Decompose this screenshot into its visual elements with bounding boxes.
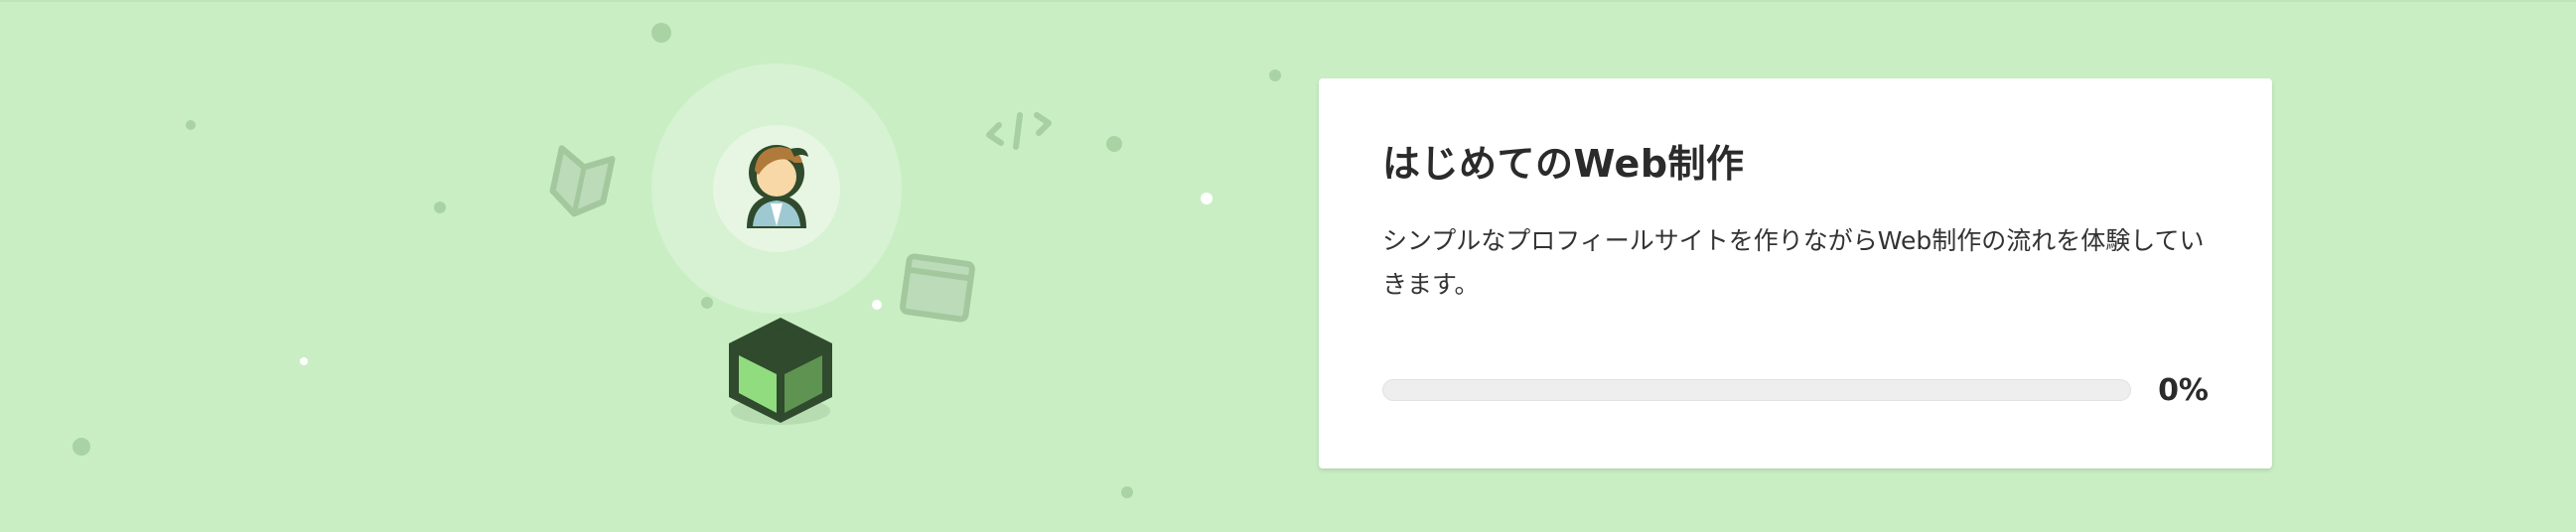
browser-window-icon bbox=[900, 253, 975, 323]
code-tag-icon bbox=[986, 112, 1052, 150]
course-card[interactable]: はじめてのWeb制作 シンプルなプロフィールサイトを作りながらWeb制作の流れを… bbox=[1319, 78, 2272, 468]
course-banner: はじめてのWeb制作 シンプルなプロフィールサイトを作りながらWeb制作の流れを… bbox=[0, 0, 2576, 532]
progress-row: 0% bbox=[1382, 370, 2209, 410]
cube-icon bbox=[729, 318, 832, 425]
progress-percentage: 0% bbox=[2158, 372, 2209, 408]
progress-bar bbox=[1382, 379, 2131, 401]
course-illustration bbox=[72, 23, 1281, 498]
avatar-icon bbox=[747, 145, 808, 228]
course-title[interactable]: はじめてのWeb制作 bbox=[1382, 142, 2209, 188]
beginner-mark-icon bbox=[549, 145, 616, 217]
course-description: シンプルなプロフィールサイトを作りながらWeb制作の流れを体験していきます。 bbox=[1382, 225, 2205, 299]
